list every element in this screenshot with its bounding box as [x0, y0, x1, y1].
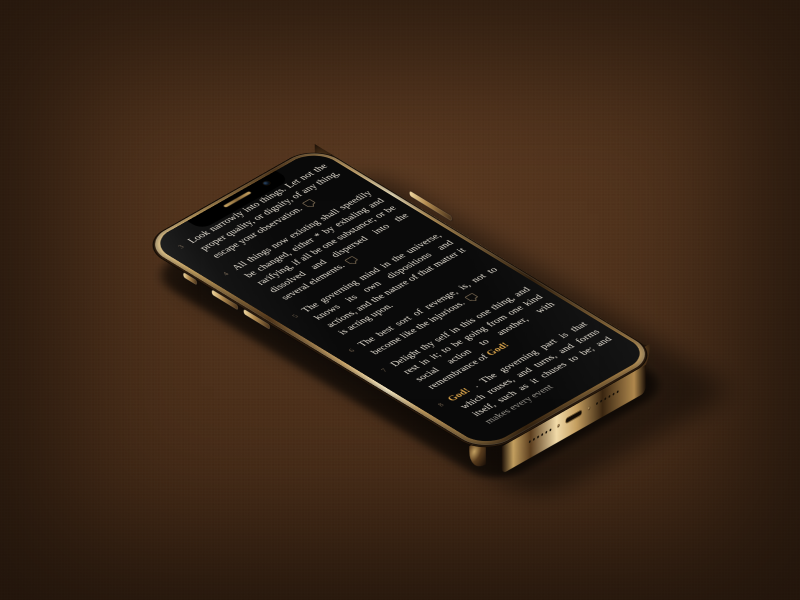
front-camera-icon	[262, 180, 271, 185]
screw-right	[588, 406, 590, 411]
backdrop: 3 Look narrowly into things. Let not the…	[0, 0, 800, 600]
speaker-grille-right	[596, 390, 618, 405]
speaker-grille-left	[529, 428, 551, 443]
annotation-icon[interactable]	[345, 256, 359, 264]
charging-port	[565, 409, 582, 424]
annotation-icon[interactable]	[302, 199, 316, 207]
annotation-icon[interactable]	[464, 293, 478, 301]
screw-left	[557, 423, 559, 428]
